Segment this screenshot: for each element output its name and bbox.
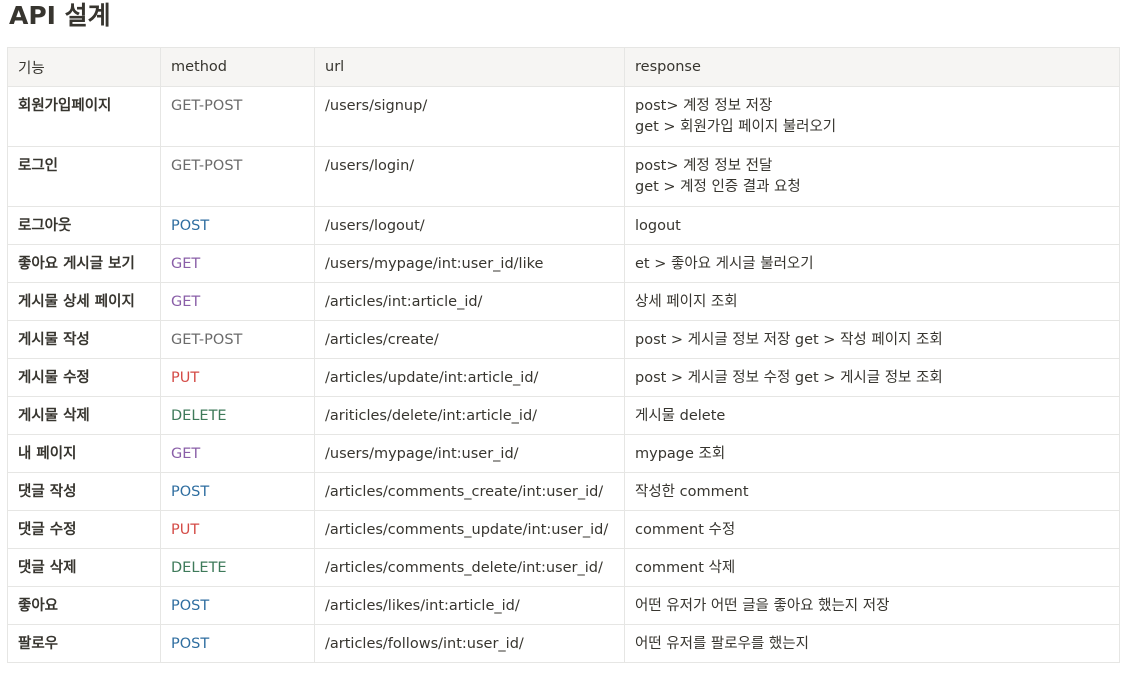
cell-feature: 게시물 삭제: [7, 396, 161, 435]
table-row: 로그인 GET-POST/users/login/post> 계정 정보 전달 ge…: [7, 146, 1120, 207]
response-line: mypage 조회: [635, 446, 726, 462]
cell-url: /articles/comments_delete/int:user_id/: [314, 548, 625, 587]
cell-feature: 로그아웃: [7, 206, 161, 245]
cell-response: 어떤 유저가 어떤 글을 좋아요 했는지 저장: [624, 586, 1120, 625]
table-row: 게시물 작성 GET-POST/articles/create/post > 게시…: [7, 320, 1120, 359]
cell-response: post> 계정 정보 전달 get > 계정 인증 결과 요청: [624, 146, 1120, 207]
cell-url: /users/mypage/int:user_id/: [314, 434, 625, 473]
response-line: post > 게시글 정보 수정 get > 게시글 정보 조회: [635, 370, 943, 386]
response-line: logout: [635, 218, 681, 234]
cell-method: GET-POST: [160, 320, 315, 359]
response-line: 작성한 comment: [635, 484, 749, 500]
cell-url: /articles/update/int:article_id/: [314, 358, 625, 397]
response-line: post> 계정 정보 저장: [635, 98, 773, 114]
cell-url: /articles/follows/int:user_id/: [314, 624, 625, 663]
response-line: comment 삭제: [635, 560, 736, 576]
cell-response: 게시물 delete: [624, 396, 1120, 435]
table-body: 회원가입페이지 GET-POST/users/signup/post> 계정 정보…: [7, 86, 1120, 663]
cell-url: /articles/int:article_id/: [314, 282, 625, 321]
cell-response: post > 게시글 정보 수정 get > 게시글 정보 조회: [624, 358, 1120, 397]
cell-method: GET-POST: [160, 86, 315, 147]
cell-method: PUT: [160, 358, 315, 397]
cell-response: logout: [624, 206, 1120, 245]
response-line: comment 수정: [635, 522, 736, 538]
cell-method: GET: [160, 434, 315, 473]
cell-response: mypage 조회: [624, 434, 1120, 473]
header-method: method: [160, 47, 315, 87]
cell-method: POST: [160, 586, 315, 625]
cell-url: /articles/comments_create/int:user_id/: [314, 472, 625, 511]
cell-method: PUT: [160, 510, 315, 549]
table-row: 게시물 상세 페이지 GET/articles/int:article_id/상세…: [7, 282, 1120, 321]
response-line: et > 좋아요 게시글 불러오기: [635, 256, 814, 272]
cell-method: POST: [160, 624, 315, 663]
cell-url: /users/logout/: [314, 206, 625, 245]
header-feature: 기능: [7, 47, 161, 87]
cell-method: GET: [160, 282, 315, 321]
cell-feature: 댓글 삭제: [7, 548, 161, 587]
response-line: 상세 페이지 조회: [635, 294, 738, 310]
cell-feature: 내 페이지: [7, 434, 161, 473]
cell-response: et > 좋아요 게시글 불러오기: [624, 244, 1120, 283]
cell-feature: 게시물 상세 페이지: [7, 282, 161, 321]
table-row: 회원가입페이지 GET-POST/users/signup/post> 계정 정보…: [7, 86, 1120, 147]
response-line: post> 계정 정보 전달: [635, 158, 773, 174]
header-response: response: [624, 47, 1120, 87]
response-line: get > 회원가입 페이지 불러오기: [635, 119, 837, 135]
cell-feature: 댓글 수정: [7, 510, 161, 549]
table-row: 게시물 수정 PUT/articles/update/int:article_id…: [7, 358, 1120, 397]
table-header: 기능 method url response: [7, 47, 1120, 87]
table-row: 댓글 삭제 DELETE/articles/comments_delete/int…: [7, 548, 1120, 587]
table-row: 댓글 작성 POST/articles/comments_create/int:u…: [7, 472, 1120, 511]
cell-method: DELETE: [160, 548, 315, 587]
cell-method: POST: [160, 206, 315, 245]
cell-feature: 댓글 작성: [7, 472, 161, 511]
cell-feature: 좋아요: [7, 586, 161, 625]
table-row: 팔로우 POST/articles/follows/int:user_id/어떤 …: [7, 624, 1120, 663]
cell-feature: 게시물 수정: [7, 358, 161, 397]
cell-response: 상세 페이지 조회: [624, 282, 1120, 321]
table-row: 내 페이지 GET/users/mypage/int:user_id/mypage…: [7, 434, 1120, 473]
cell-response: comment 수정: [624, 510, 1120, 549]
response-line: 어떤 유저를 팔로우를 했는지: [635, 636, 809, 652]
cell-feature: 회원가입페이지: [7, 86, 161, 147]
cell-method: GET-POST: [160, 146, 315, 207]
cell-response: 어떤 유저를 팔로우를 했는지: [624, 624, 1120, 663]
page-title: API 설계: [9, 1, 111, 30]
cell-method: POST: [160, 472, 315, 511]
cell-url: /users/mypage/int:user_id/like: [314, 244, 625, 283]
table-row: 좋아요 POST/articles/likes/int:article_id/어떤…: [7, 586, 1120, 625]
cell-feature: 게시물 작성: [7, 320, 161, 359]
cell-url: /users/login/: [314, 146, 625, 207]
table-row: 좋아요 게시글 보기 GET/users/mypage/int:user_id/l…: [7, 244, 1120, 283]
response-line: post > 게시글 정보 저장 get > 작성 페이지 조회: [635, 332, 943, 348]
table-row: 로그아웃 POST/users/logout/logout: [7, 206, 1120, 245]
response-line: get > 계정 인증 결과 요청: [635, 179, 801, 195]
header-url: url: [314, 47, 625, 87]
api-table: 기능 method url response 회원가입페이지 GET-POST/u…: [7, 47, 1120, 663]
table-row: 게시물 삭제 DELETE/ariticles/delete/int:articl…: [7, 396, 1120, 435]
header-row: 기능 method url response: [7, 47, 1120, 87]
cell-url: /articles/create/: [314, 320, 625, 359]
cell-method: DELETE: [160, 396, 315, 435]
cell-url: /users/signup/: [314, 86, 625, 147]
cell-feature: 팔로우: [7, 624, 161, 663]
cell-response: 작성한 comment: [624, 472, 1120, 511]
cell-url: /ariticles/delete/int:article_id/: [314, 396, 625, 435]
cell-feature: 좋아요 게시글 보기: [7, 244, 161, 283]
cell-feature: 로그인: [7, 146, 161, 207]
cell-url: /articles/likes/int:article_id/: [314, 586, 625, 625]
cell-response: post> 계정 정보 저장 get > 회원가입 페이지 불러오기: [624, 86, 1120, 147]
cell-response: comment 삭제: [624, 548, 1120, 587]
cell-url: /articles/comments_update/int:user_id/: [314, 510, 625, 549]
response-line: 게시물 delete: [635, 408, 726, 424]
response-line: 어떤 유저가 어떤 글을 좋아요 했는지 저장: [635, 598, 890, 614]
cell-response: post > 게시글 정보 저장 get > 작성 페이지 조회: [624, 320, 1120, 359]
table-row: 댓글 수정 PUT/articles/comments_update/int:us…: [7, 510, 1120, 549]
cell-method: GET: [160, 244, 315, 283]
